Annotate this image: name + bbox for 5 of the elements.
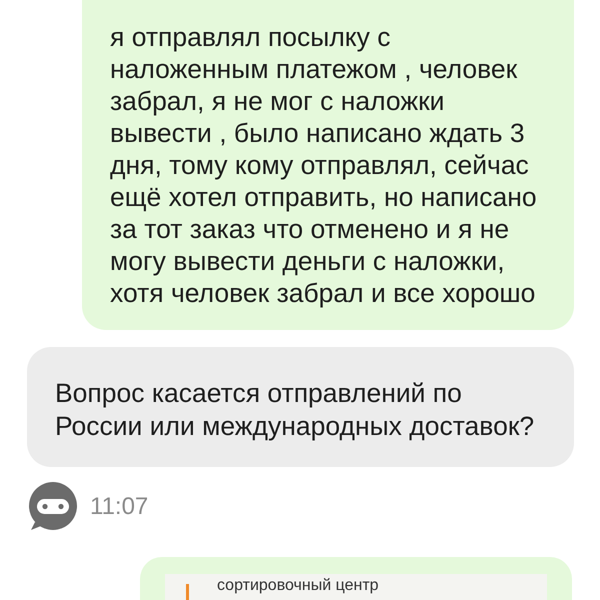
quoted-text: сортировочный центр <box>217 576 379 595</box>
message-text: я отправлял посылку с наложенным платежом , человек забрал, я не мог с наложки вывести , было написано ждать 3 дня, тому кому отправлял, сейчас ещё хотел отправить, но написано за тот заказ что отменено и я не могу вывести деньги с наложки, хотя человек забрал и все хорошо <box>110 21 538 309</box>
message-time: 11:07 <box>90 493 148 521</box>
message-text: Вопрос касается отправлений по России или международных доставок? <box>55 377 536 443</box>
bot-avatar-icon <box>27 482 77 532</box>
